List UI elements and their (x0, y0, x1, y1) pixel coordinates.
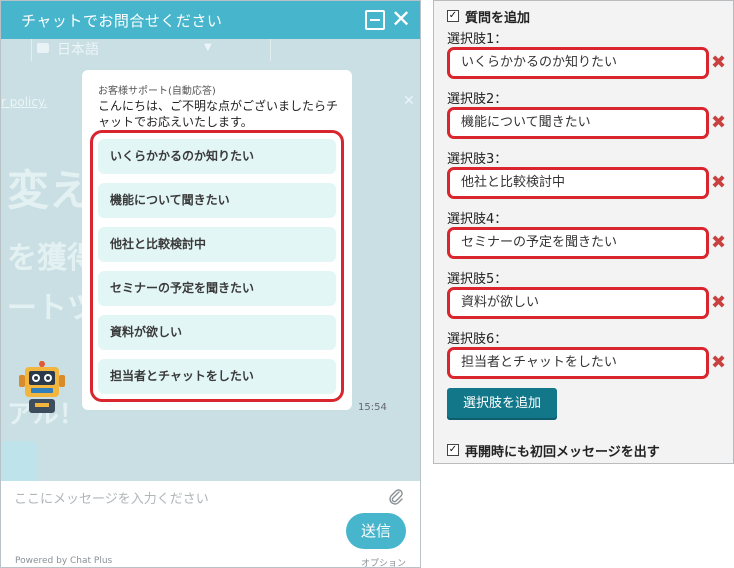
background-tab (1, 441, 37, 481)
remove-choice-icon[interactable]: ✖ (711, 233, 726, 253)
choice-label: 選択肢1： (447, 32, 508, 47)
chat-option-button[interactable]: 担当者とチャットをしたい (98, 359, 336, 394)
language-selector: 日本語 (57, 42, 99, 58)
minimize-icon[interactable] (365, 10, 385, 30)
options-link[interactable]: オプション (361, 556, 406, 567)
chat-header: チャットでお問合せください ✕ (1, 1, 420, 39)
choice-input[interactable]: セミナーの予定を聞きたい (447, 227, 709, 259)
remove-choice-icon[interactable]: ✖ (711, 293, 726, 313)
question-add-checkbox[interactable]: ✓ (447, 10, 459, 22)
chat-option-button[interactable]: 他社と比較検討中 (98, 227, 336, 262)
choice-label: 選択肢4： (447, 212, 508, 227)
close-icon[interactable]: ✕ (391, 4, 411, 34)
policy-link: r policy. (1, 95, 48, 109)
caret-down-icon: ▼ (204, 42, 212, 53)
remove-choice-icon[interactable]: ✖ (711, 113, 726, 133)
chat-option-button[interactable]: いくらかかるのか知りたい (98, 139, 336, 174)
choice-input[interactable]: 機能について聞きたい (447, 107, 709, 139)
paperclip-icon[interactable] (387, 488, 405, 506)
robot-avatar-icon (19, 361, 65, 413)
flag-icon (37, 43, 49, 53)
choice-input[interactable]: 他社と比較検討中 (447, 167, 709, 199)
chat-option-button[interactable]: 機能について聞きたい (98, 183, 336, 218)
banner-close-icon: ✕ (403, 93, 415, 109)
choice-input[interactable]: いくらかかるのか知りたい (447, 47, 709, 79)
add-choice-button[interactable]: 選択肢を追加 (447, 388, 557, 420)
reopen-message-checkbox[interactable]: ✓ (447, 444, 459, 456)
chat-footer: ここにメッセージを入力ください 送信 Powered by Chat Plus … (1, 481, 420, 567)
choice-input[interactable]: 担当者とチャットをしたい (447, 347, 709, 379)
remove-choice-icon[interactable]: ✖ (711, 173, 726, 193)
message-text: こんにちは、ご不明な点がございましたらチャットでお応えいたします。 (98, 99, 339, 129)
background-heading: 変え (7, 166, 92, 215)
reopen-message-label: 再開時にも初回メッセージを出す (465, 445, 660, 460)
choice-label: 選択肢5： (447, 272, 508, 287)
choice-label: 選択肢6： (447, 332, 508, 347)
message-timestamp: 15:54 (358, 402, 387, 413)
bot-message-bubble: お客様サポート(自動応答) こんにちは、ご不明な点がございましたらチャットでお応… (82, 70, 352, 410)
remove-choice-icon[interactable]: ✖ (711, 53, 726, 73)
chat-widget: チャットでお問合せください ✕ 日本語 ▼ r policy. ✕ 変え を獲得… (0, 0, 421, 568)
question-add-label: 質問を追加 (465, 11, 531, 26)
chat-title: チャットでお問合せください (21, 12, 223, 30)
choice-input[interactable]: 資料が欲しい (447, 287, 709, 319)
message-input[interactable]: ここにメッセージを入力ください (14, 488, 374, 507)
send-button[interactable]: 送信 (346, 513, 406, 549)
chat-options-highlight: いくらかかるのか知りたい 機能について聞きたい 他社と比較検討中 セミナーの予定… (90, 130, 344, 402)
choice-label: 選択肢2： (447, 92, 508, 107)
remove-choice-icon[interactable]: ✖ (711, 353, 726, 373)
powered-by-text: Powered by Chat Plus (15, 556, 113, 566)
choice-label: 選択肢3： (447, 152, 508, 167)
message-sender: お客様サポート(自動応答) (98, 86, 216, 97)
settings-panel: ✓ 質問を追加 選択肢1： いくらかかるのか知りたい ✖ 選択肢2： 機能につい… (433, 0, 734, 464)
chat-option-button[interactable]: セミナーの予定を聞きたい (98, 271, 336, 306)
chat-option-button[interactable]: 資料が欲しい (98, 315, 336, 350)
